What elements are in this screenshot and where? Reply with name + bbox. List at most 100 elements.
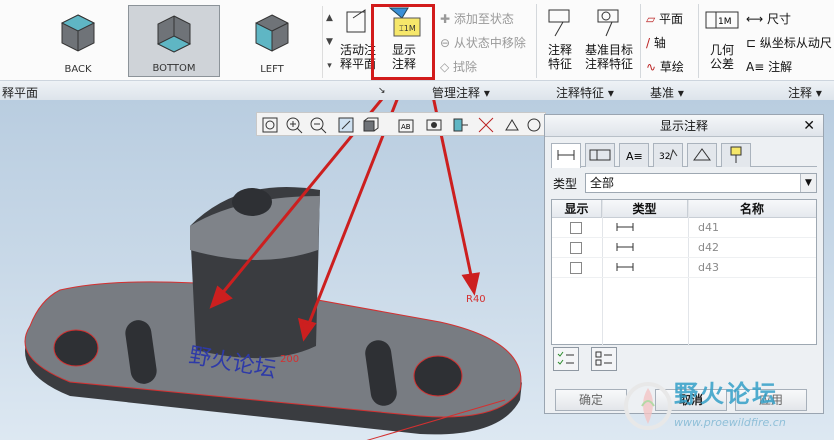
forum-watermark: 野火论坛 www.proewildfire.cn (622, 372, 834, 440)
scroll-down-icon[interactable]: ▼ (323, 30, 336, 54)
spin-center-icon[interactable] (525, 116, 543, 134)
group-annotation-feature[interactable]: 注释特征 ▾ (556, 84, 614, 101)
geometric-tolerance-label: 几何 公差 (709, 43, 734, 71)
display-style-icon[interactable] (361, 116, 379, 134)
refit-icon[interactable] (261, 116, 279, 134)
annotation-display-icon[interactable] (503, 116, 521, 134)
active-annotation-plane-button[interactable]: 活动注 释平面 (340, 6, 377, 71)
chevron-down-icon[interactable]: ▼ (800, 174, 816, 192)
sketch-label: 草绘 (659, 60, 684, 74)
col-header-type[interactable]: 类型 (602, 200, 688, 218)
symbol-tab-icon (693, 148, 711, 161)
view-manager-icon[interactable] (425, 116, 443, 134)
remove-from-state-item[interactable]: ⊖ 从状态中移除 (440, 34, 526, 51)
tab-gtol[interactable] (585, 143, 615, 167)
radius-value-label: R40 (466, 294, 486, 305)
datum-target-button[interactable]: 基准目标 注释特征 (582, 6, 636, 71)
view-bottom-button[interactable]: BOTTOM (128, 5, 220, 77)
annotation-plane-icon (346, 9, 366, 33)
remove-icon: ⊖ (440, 36, 454, 50)
watermark-url: www.proewildfire.cn (674, 416, 786, 429)
separator (640, 4, 641, 78)
group-expand-icon[interactable]: ↘ (378, 86, 386, 96)
note-tab-icon: A≡ (626, 150, 643, 163)
erase-item[interactable]: ◇ 拭除 (440, 58, 477, 75)
axis-icon: / (646, 36, 654, 50)
sketch-icon: ∿ (646, 60, 660, 74)
view-left-button[interactable]: LEFT (226, 5, 318, 77)
dimension-icon: ⟷ (746, 12, 768, 26)
dimension-item[interactable]: ⟷ 尺寸 (746, 10, 791, 27)
show-checkbox[interactable] (570, 242, 582, 254)
sketch-item[interactable]: ∿ 草绘 (646, 58, 684, 75)
group-annotation[interactable]: 注释 ▾ (788, 84, 822, 101)
table-row[interactable]: d42 (552, 238, 816, 258)
type-select[interactable]: 全部 ▼ (585, 173, 817, 193)
tab-symbols[interactable] (687, 143, 717, 167)
type-label: 类型 (553, 177, 578, 191)
svg-text:1M: 1M (718, 17, 732, 27)
annotations-table: 显示 类型 名称 d41 d42 d43 (551, 199, 817, 346)
show-annotation-highlight (371, 4, 435, 80)
ok-button[interactable]: 确定 (555, 389, 627, 411)
tab-datum-targets[interactable] (721, 143, 751, 167)
eraser-icon: ◇ (440, 60, 454, 74)
dimension-type-icon (616, 263, 634, 271)
note-label: 注解 (768, 60, 793, 74)
add-icon: ✚ (440, 12, 454, 26)
cube-left-icon (255, 14, 289, 52)
datum-plane-item[interactable]: ▱ 平面 (646, 10, 683, 27)
select-all-button[interactable] (553, 347, 579, 371)
dialog-title: 显示注释 (659, 119, 708, 133)
active-annotation-plane-label: 活动注 释平面 (340, 43, 377, 71)
svg-text:32: 32 (659, 152, 670, 162)
watermark-title: 野火论坛 (674, 380, 778, 408)
ordinate-dimension-item[interactable]: ⊏ 纵坐标从动尺 (746, 34, 832, 51)
dimension-type-icon (616, 243, 634, 251)
ordinate-dimension-label: 纵坐标从动尺 (759, 36, 832, 50)
dialog-tab-strip: A≡ 32 (551, 143, 817, 168)
dimension-label: 尺寸 (767, 12, 792, 26)
tab-surface-finish[interactable]: 32 (653, 143, 683, 167)
table-row[interactable]: d43 (552, 258, 816, 278)
scroll-up-icon[interactable]: ▲ (323, 6, 336, 30)
geometric-tolerance-button[interactable]: 1M 几何 公差 (702, 6, 742, 71)
annotation-feature-button[interactable]: 注释 特征 (542, 6, 578, 71)
deselect-all-button[interactable] (591, 347, 617, 371)
tab-notes[interactable]: A≡ (619, 143, 649, 167)
scroll-more-icon[interactable]: ▾ (323, 54, 336, 78)
add-to-state-item[interactable]: ✚ 添加至状态 (440, 10, 514, 27)
annotation-name: d43 (698, 261, 719, 274)
datum-axis-item[interactable]: / 轴 (646, 34, 666, 51)
saved-views-icon[interactable]: AB (397, 116, 415, 134)
zoom-out-icon[interactable] (309, 116, 327, 134)
view-gallery-scroller[interactable]: ▲ ▼ ▾ (322, 6, 336, 78)
dimension-type-icon (616, 223, 634, 231)
remove-from-state-label: 从状态中移除 (453, 36, 526, 50)
show-checkbox[interactable] (570, 222, 582, 234)
zoom-in-icon[interactable] (285, 116, 303, 134)
table-row[interactable]: d41 (552, 218, 816, 238)
view-back-button[interactable]: BACK (32, 5, 124, 77)
group-datum[interactable]: 基准 ▾ (650, 84, 684, 101)
geometric-tolerance-icon: 1M (705, 11, 739, 29)
repaint-icon[interactable] (337, 116, 355, 134)
note-item[interactable]: A≡ 注解 (746, 58, 792, 75)
show-annotations-dialog: 显示注释 ✕ A≡ 32 类型 全部 ▼ 显示 类型 名称 d41 d42 d4… (544, 114, 824, 414)
dialog-title-bar[interactable]: 显示注释 ✕ (545, 115, 823, 137)
group-annotation-plane[interactable]: 释平面 (2, 84, 38, 101)
plane-icon: ▱ (646, 12, 660, 26)
ordinate-icon: ⊏ (746, 36, 760, 50)
group-manage-annotation[interactable]: 管理注释 ▾ (432, 84, 490, 101)
annotation-name: d41 (698, 221, 719, 234)
perspective-icon[interactable] (451, 116, 469, 134)
col-header-name[interactable]: 名称 (688, 200, 816, 218)
cube-bottom-icon (156, 15, 192, 53)
cube-back-icon (60, 14, 96, 52)
col-header-show[interactable]: 显示 (552, 200, 602, 218)
tab-dimensions[interactable] (551, 143, 581, 168)
close-icon[interactable]: ✕ (803, 115, 815, 137)
show-checkbox[interactable] (570, 262, 582, 274)
datum-display-icon[interactable] (477, 116, 495, 134)
datum-target-tab-icon (730, 146, 742, 163)
